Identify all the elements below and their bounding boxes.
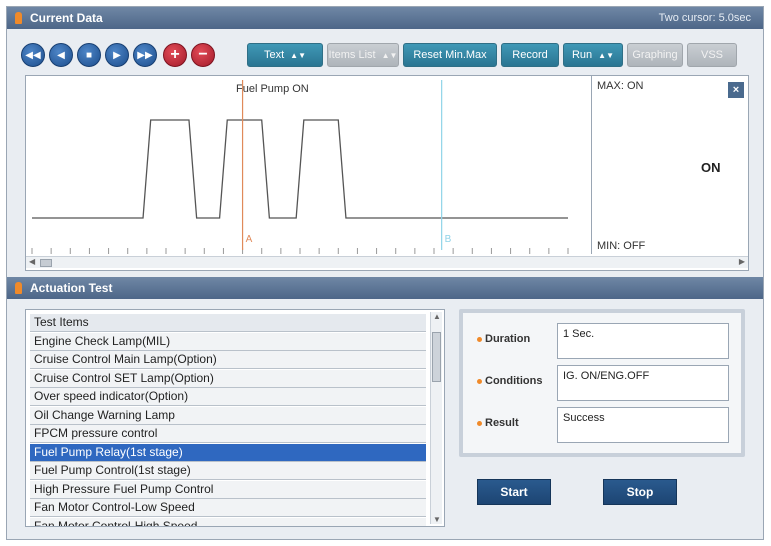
- bullet-icon: [477, 336, 482, 342]
- signal-label: Fuel Pump ON: [236, 83, 309, 95]
- test-items-list: Test Items Engine Check Lamp(MIL) Cruise C…: [25, 309, 445, 527]
- stop-media-button[interactable]: ■: [77, 43, 101, 67]
- add-button[interactable]: +: [163, 43, 187, 67]
- list-item[interactable]: Over speed indicator(Option): [30, 388, 426, 406]
- reset-label: Reset Min.Max: [413, 49, 487, 61]
- result-row: Result Success: [469, 407, 731, 443]
- horizontal-scrollbar[interactable]: ◀ ▶: [26, 256, 748, 268]
- result-field: Success: [557, 407, 729, 443]
- graphing-button[interactable]: Graphing: [627, 43, 683, 67]
- list-item[interactable]: Fuel Pump Control(1st stage): [30, 462, 426, 480]
- bullet-icon: [477, 420, 482, 426]
- items-list-dropdown[interactable]: Items List ▲▼: [327, 43, 399, 67]
- conditions-label-text: Conditions: [485, 375, 543, 387]
- duration-label: Duration: [477, 333, 530, 345]
- conditions-field: IG. ON/ENG.OFF: [557, 365, 729, 401]
- list-item[interactable]: Fuel Pump Relay(1st stage): [30, 443, 426, 462]
- pin-icon: [15, 12, 22, 24]
- bullet-icon: [477, 378, 482, 384]
- duration-row: Duration 1 Sec.: [469, 323, 731, 359]
- graphing-label: Graphing: [632, 49, 678, 61]
- start-button[interactable]: Start: [477, 479, 551, 505]
- current-data-header: Current Data Two cursor: 5.0sec: [7, 7, 763, 29]
- duration-label-text: Duration: [485, 333, 531, 345]
- run-label: Run: [571, 49, 593, 61]
- updown-icon: ▲▼: [598, 50, 615, 60]
- reset-min-max-button[interactable]: Reset Min.Max: [403, 43, 497, 67]
- waveform-line: [32, 119, 568, 219]
- updown-icon: ▲▼: [290, 50, 307, 60]
- scroll-thumb[interactable]: [432, 332, 441, 382]
- pin-icon: [15, 282, 22, 294]
- actuation-test-title: Actuation Test: [30, 281, 113, 295]
- app-window: Current Data Two cursor: 5.0sec ◀◀ ◀ ■ ▶…: [6, 6, 764, 540]
- current-data-title: Current Data: [30, 11, 103, 25]
- list-item[interactable]: Engine Check Lamp(MIL): [30, 332, 426, 351]
- value-panel: MAX: ON ON MIN: OFF ×: [593, 76, 748, 254]
- scroll-down-icon[interactable]: ▼: [433, 515, 441, 524]
- scroll-thumb[interactable]: [40, 259, 52, 267]
- close-button[interactable]: ×: [728, 82, 744, 98]
- updown-icon: ▲▼: [381, 50, 398, 60]
- cursor-a-label: A: [246, 234, 253, 245]
- fast-forward-icon: ▶▶: [137, 49, 153, 61]
- run-dropdown[interactable]: Run ▲▼: [563, 43, 623, 67]
- graph-panel: Fuel Pump ON A B MAX: ON ON MIN: OFF × ◀ ▶: [25, 75, 749, 271]
- actuation-test-header: Actuation Test: [7, 277, 763, 299]
- record-label: Record: [512, 49, 548, 61]
- toolbar: ◀◀ ◀ ■ ▶ ▶▶ + − Text ▲▼ Items List ▲▼ Rese…: [17, 41, 757, 71]
- play-button[interactable]: ▶: [105, 43, 129, 67]
- text-dropdown[interactable]: Text ▲▼: [247, 43, 323, 67]
- conditions-row: Conditions IG. ON/ENG.OFF: [469, 365, 731, 401]
- vss-label: VSS: [700, 49, 723, 61]
- test-info-panel: Duration 1 Sec. Conditions IG. ON/ENG.OF…: [459, 309, 745, 457]
- plus-icon: +: [170, 46, 180, 63]
- remove-button[interactable]: −: [191, 43, 215, 67]
- play-icon: ▶: [113, 49, 121, 61]
- scroll-up-icon[interactable]: ▲: [433, 312, 441, 321]
- stop-button[interactable]: Stop: [603, 479, 677, 505]
- waveform-chart: Fuel Pump ON A B: [31, 80, 569, 254]
- plot-area[interactable]: Fuel Pump ON A B: [26, 76, 592, 254]
- vertical-scrollbar[interactable]: ▲ ▼: [430, 312, 442, 524]
- min-value: MIN: OFF: [597, 240, 646, 252]
- rewind-icon: ◀◀: [25, 49, 41, 61]
- conditions-label: Conditions: [477, 375, 542, 387]
- list-item[interactable]: High Pressure Fuel Pump Control: [30, 480, 426, 499]
- stop-icon: ■: [85, 49, 93, 61]
- vss-button[interactable]: VSS: [687, 43, 737, 67]
- prev-icon: ◀: [57, 49, 65, 61]
- current-value: ON: [701, 160, 721, 175]
- list-item[interactable]: Cruise Control SET Lamp(Option): [30, 369, 426, 388]
- list-header: Test Items: [30, 314, 426, 332]
- cursor-info: Two cursor: 5.0sec: [658, 12, 751, 24]
- text-dropdown-label: Text: [263, 49, 285, 61]
- max-value: MAX: ON: [597, 80, 644, 92]
- minus-icon: −: [198, 46, 208, 63]
- close-icon: ×: [732, 84, 740, 96]
- scroll-left-icon[interactable]: ◀: [29, 257, 35, 266]
- list-item[interactable]: Fan Motor Control-Low Speed: [30, 499, 426, 517]
- list-item[interactable]: Cruise Control Main Lamp(Option): [30, 351, 426, 369]
- previous-button[interactable]: ◀: [49, 43, 73, 67]
- rewind-button[interactable]: ◀◀: [21, 43, 45, 67]
- record-button[interactable]: Record: [501, 43, 559, 67]
- cursor-b-label: B: [445, 234, 452, 245]
- fast-forward-button[interactable]: ▶▶: [133, 43, 157, 67]
- list-item[interactable]: Fan Motor Control-High Speed: [30, 517, 426, 526]
- result-label-text: Result: [485, 417, 519, 429]
- duration-field: 1 Sec.: [557, 323, 729, 359]
- result-label: Result: [477, 417, 519, 429]
- scroll-right-icon[interactable]: ▶: [739, 257, 745, 266]
- list-item[interactable]: Oil Change Warning Lamp: [30, 406, 426, 425]
- list-item[interactable]: FPCM pressure control: [30, 425, 426, 443]
- items-list-label: Items List: [328, 49, 376, 61]
